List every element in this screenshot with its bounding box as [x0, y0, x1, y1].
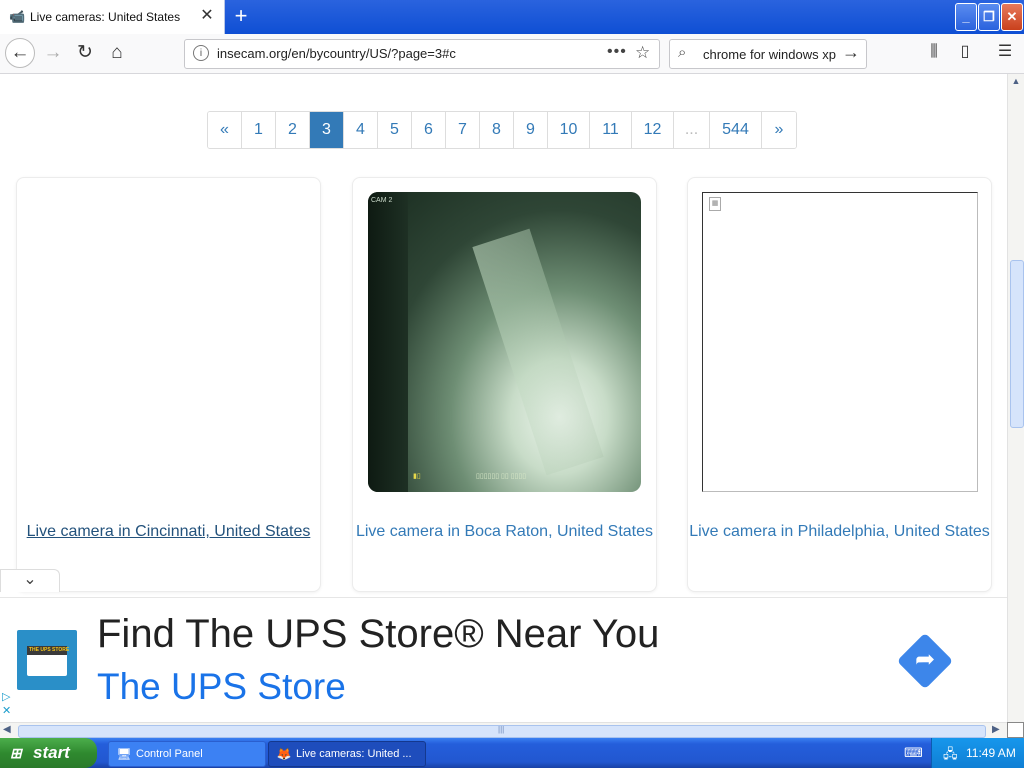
scroll-left-icon[interactable]: ◀ — [3, 724, 11, 735]
camera-link-philadelphia[interactable]: Live camera in Philadelphia, United Stat… — [688, 520, 991, 543]
keyboard-icon[interactable]: ⌨ — [904, 745, 923, 761]
close-window-button[interactable]: ✕ — [1001, 3, 1023, 31]
bookmark-star-icon[interactable]: ☆ — [635, 43, 650, 63]
browser-tab[interactable]: 📹 Live cameras: United States ✕ — [0, 0, 225, 34]
camera-card-cincinnati: Live camera in Cincinnati, United States — [16, 177, 321, 592]
page-link[interactable]: 4 — [344, 112, 378, 148]
control-panel-icon: 🖥 — [116, 747, 132, 761]
vertical-scrollbar[interactable]: ▲ — [1007, 74, 1024, 722]
menu-icon[interactable]: ☰ — [993, 40, 1017, 64]
page-link[interactable]: 2 — [276, 112, 310, 148]
camera-card-philadelphia: ▦ Live camera in Philadelphia, United St… — [687, 177, 992, 592]
camera-overlay-marker: ▮▯ — [413, 473, 421, 480]
pagination: «1 2 3 4 5 6 7 8 9 10 11 12... 544» — [207, 111, 797, 149]
camera-card-boca-raton: CAM 2 ▮▯ ▯▯▯▯▯▯ ▯▯ ▯▯▯▯ Live camera in B… — [352, 177, 657, 592]
site-info-icon[interactable]: i — [193, 45, 209, 61]
adchoices-icon[interactable]: ▷ ✕ — [2, 690, 11, 718]
page-link[interactable]: 7 — [446, 112, 480, 148]
new-tab-button[interactable]: + — [229, 3, 253, 29]
page-link[interactable]: 9 — [514, 112, 548, 148]
start-label: start — [33, 743, 70, 762]
search-icon: ⌕ — [678, 44, 687, 61]
prev-page-link[interactable]: « — [208, 112, 242, 148]
page-link[interactable]: 3 — [310, 112, 344, 148]
ad-banner[interactable]: THE UPS STORE Find The UPS Store® Near Y… — [0, 597, 1007, 722]
image-shadow — [368, 192, 408, 492]
camera-link-boca-raton[interactable]: Live camera in Boca Raton, United States — [353, 520, 656, 543]
taskbar: ⊞ start 🖥 Control Panel 🦊 Live cameras: … — [0, 738, 1024, 768]
camera-image-philadelphia[interactable]: ▦ — [702, 192, 978, 492]
forward-arrow-icon[interactable]: → — [38, 39, 68, 67]
page-link[interactable]: 6 — [412, 112, 446, 148]
taskbar-item-label: Live cameras: United ... — [296, 748, 412, 760]
tab-title: Live cameras: United States — [30, 10, 181, 24]
sidebar-icon[interactable]: ▯ — [953, 40, 977, 64]
directions-arrow-icon[interactable]: ➦ — [913, 645, 937, 675]
maximize-button[interactable]: ❐ — [978, 3, 1000, 31]
page-link[interactable]: 1 — [242, 112, 276, 148]
page-link[interactable]: 11 — [590, 112, 632, 148]
scrollbar-corner — [1007, 722, 1024, 738]
clock[interactable]: 11:49 AM — [966, 738, 1016, 768]
camera-overlay-label: CAM 2 — [371, 197, 393, 204]
network-icon[interactable]: 🖧 — [943, 745, 958, 767]
search-go-arrow-icon[interactable]: → — [842, 42, 860, 63]
reload-icon[interactable]: ↻ — [70, 39, 100, 67]
address-bar[interactable]: i insecam.org/en/bycountry/US/?page=3#c … — [184, 39, 660, 69]
page-link[interactable]: 544 — [710, 112, 762, 148]
vertical-scroll-thumb[interactable] — [1010, 260, 1024, 428]
image-highlight — [472, 228, 604, 476]
close-tab-icon[interactable]: ✕ — [198, 7, 216, 25]
page-link[interactable]: 5 — [378, 112, 412, 148]
horizontal-scrollbar[interactable]: ◀ ||| ▶ — [0, 722, 1007, 739]
ad-brand-link[interactable]: The UPS Store — [97, 666, 346, 708]
navigation-toolbar: ← → ↻ ⌂ i insecam.org/en/bycountry/US/?p… — [0, 34, 1024, 74]
search-text[interactable]: chrome for windows xp — [703, 47, 836, 62]
camera-favicon-icon: 📹 — [9, 9, 26, 24]
next-page-link[interactable]: » — [762, 112, 796, 148]
scroll-up-icon[interactable]: ▲ — [1010, 76, 1022, 88]
taskbar-item-control-panel[interactable]: 🖥 Control Panel — [108, 741, 266, 767]
home-icon[interactable]: ⌂ — [102, 39, 132, 67]
page-content: «1 2 3 4 5 6 7 8 9 10 11 12... 544» Live camera in C… — [0, 74, 1007, 722]
logo-text: THE UPS STORE — [29, 647, 70, 653]
system-tray: 🖧 11:49 AM — [931, 738, 1024, 768]
back-arrow-icon[interactable]: ← — [5, 38, 35, 68]
ad-headline[interactable]: Find The UPS Store® Near You — [97, 612, 659, 657]
page-link[interactable]: 12 — [632, 112, 674, 148]
page-link[interactable]: 8 — [480, 112, 514, 148]
taskbar-item-label: Control Panel — [136, 748, 203, 760]
url-text[interactable]: insecam.org/en/bycountry/US/?page=3#c — [217, 46, 456, 61]
start-button[interactable]: ⊞ start — [0, 738, 97, 768]
camera-image-boca-raton[interactable]: CAM 2 ▮▯ ▯▯▯▯▯▯ ▯▯ ▯▯▯▯ — [368, 192, 641, 492]
camera-timestamp-glyph: ▯▯▯▯▯▯ ▯▯ ▯▯▯▯ — [476, 473, 527, 480]
collapse-ad-chevron-icon[interactable]: ⌄ — [0, 569, 60, 592]
page-actions-icon[interactable]: ••• — [607, 43, 627, 61]
windows-flag-icon: ⊞ — [10, 745, 22, 761]
title-bar: 📹 Live cameras: United States ✕ + _ ❐ ✕ — [0, 0, 1024, 34]
storefront-icon: THE UPS STORE — [27, 646, 70, 676]
library-icon[interactable]: ⫼ — [922, 40, 946, 64]
ups-store-logo[interactable]: THE UPS STORE — [17, 630, 77, 690]
page-link: ... — [674, 112, 710, 148]
scroll-right-icon[interactable]: ▶ — [992, 724, 1000, 735]
browser-icon: 🦊 — [276, 747, 292, 761]
search-bar[interactable]: ⌕ chrome for windows xp → — [669, 39, 867, 69]
broken-image-icon: ▦ — [709, 197, 721, 211]
taskbar-item-browser[interactable]: 🦊 Live cameras: United ... — [268, 741, 426, 767]
page-link[interactable]: 10 — [548, 112, 590, 148]
scroll-grip-icon: ||| — [498, 725, 505, 734]
minimize-button[interactable]: _ — [955, 3, 977, 31]
camera-link-cincinnati[interactable]: Live camera in Cincinnati, United States — [17, 520, 320, 543]
